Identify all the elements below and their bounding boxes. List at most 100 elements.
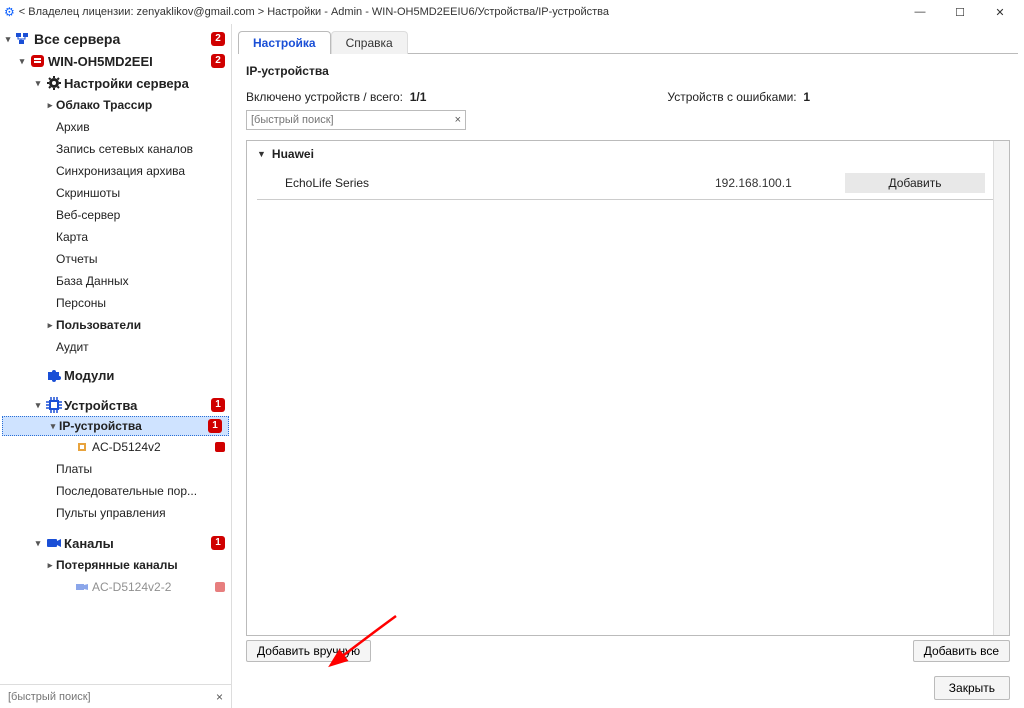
nav-ip-devices[interactable]: ▾ IP-устройства 1 <box>2 416 229 436</box>
nav-label: Карта <box>56 230 225 244</box>
device-group[interactable]: ▼ Huawei <box>247 141 1009 167</box>
nav-label: Последовательные пор... <box>56 484 225 498</box>
nav-label: Модули <box>64 368 225 383</box>
nav-boards[interactable]: ▸Платы <box>0 458 231 480</box>
chip-icon <box>44 397 64 413</box>
sidebar-search[interactable]: × <box>0 684 231 708</box>
enabled-label: Включено устройств / всего: <box>246 90 403 104</box>
nav-record[interactable]: ▸Запись сетевых каналов <box>0 138 231 160</box>
panel-search-input[interactable] <box>247 112 451 128</box>
nav-label: Запись сетевых каналов <box>56 142 225 156</box>
panel-quick-search[interactable]: × <box>246 110 466 130</box>
tab-bar: Настройка Справка <box>238 30 1018 54</box>
nav-label: Пульты управления <box>56 506 225 520</box>
errors-value: 1 <box>803 90 810 104</box>
nav-label: IP-устройства <box>59 419 204 433</box>
panel: IP-устройства Включено устройств / всего… <box>232 54 1024 668</box>
close-button[interactable]: ✕ <box>980 0 1020 24</box>
chevron-down-icon: ▾ <box>32 400 44 411</box>
tab-help[interactable]: Справка <box>331 31 408 54</box>
nav-persons[interactable]: ▸Персоны <box>0 292 231 314</box>
gear-icon <box>44 75 64 91</box>
nav-audit[interactable]: ▸Аудит <box>0 336 231 358</box>
nav-devices[interactable]: ▾ Устройства 1 <box>0 394 231 416</box>
camera-icon <box>72 582 92 592</box>
nav-all-servers[interactable]: ▾ Все сервера 2 <box>0 28 231 50</box>
nav-archive[interactable]: ▸Архив <box>0 116 231 138</box>
nav-channels[interactable]: ▾ Каналы 1 <box>0 532 231 554</box>
nav-label: Платы <box>56 462 225 476</box>
chevron-right-icon: ▸ <box>44 100 56 111</box>
nav-label: Архив <box>56 120 225 134</box>
device-ip: 192.168.100.1 <box>715 176 845 190</box>
nav-remotes[interactable]: ▸Пульты управления <box>0 502 231 524</box>
chip-icon <box>72 441 92 453</box>
nav-tree[interactable]: ▾ Все сервера 2 ▾ WIN-OH5MD2EEI 2 ▾ <box>0 28 231 684</box>
chevron-down-icon: ▾ <box>2 34 14 45</box>
caret-down-icon: ▼ <box>257 149 266 159</box>
nav-sync[interactable]: ▸Синхронизация архива <box>0 160 231 182</box>
action-bar: Добавить вручную Добавить все <box>246 636 1010 662</box>
nav-modules[interactable]: ▸ Модули <box>0 364 231 386</box>
count-badge: 1 <box>211 536 225 550</box>
add-all-button[interactable]: Добавить все <box>913 640 1010 662</box>
nav-label: Пользователи <box>56 318 225 332</box>
nav-label: Устройства <box>64 398 207 413</box>
status-dot <box>215 582 225 592</box>
chevron-down-icon: ▾ <box>32 78 44 89</box>
window-title: < Владелец лицензии: zenyaklikov@gmail.c… <box>19 6 900 18</box>
nav-label: AC-D5124v2-2 <box>92 580 211 594</box>
nav-lost-channel-item[interactable]: ▸ AC-D5124v2-2 <box>0 576 231 598</box>
nav-lost-channels[interactable]: ▸Потерянные каналы <box>0 554 231 576</box>
nav-label: AC-D5124v2 <box>92 440 211 454</box>
errors-label: Устройств с ошибками: <box>667 90 796 104</box>
nav-serial[interactable]: ▸Последовательные пор... <box>0 480 231 502</box>
gear-icon: ⚙ <box>4 5 15 19</box>
add-manual-button[interactable]: Добавить вручную <box>246 640 371 662</box>
nav-label: Персоны <box>56 296 225 310</box>
nav-users[interactable]: ▸Пользователи <box>0 314 231 336</box>
maximize-button[interactable]: ☐ <box>940 0 980 24</box>
sidebar-search-input[interactable] <box>4 689 212 705</box>
nav-ip-device-item[interactable]: ▸ AC-D5124v2 <box>0 436 231 458</box>
nav-label: Скриншоты <box>56 186 225 200</box>
nav-server[interactable]: ▾ WIN-OH5MD2EEI 2 <box>0 50 231 72</box>
nav-label: Все сервера <box>34 31 207 47</box>
clear-icon[interactable]: × <box>212 690 227 704</box>
panel-stats: Включено устройств / всего: 1/1 Устройст… <box>246 90 1010 104</box>
nav-label: Аудит <box>56 340 225 354</box>
device-list[interactable]: ▼ Huawei EchoLife Series 192.168.100.1 Д… <box>246 140 1010 636</box>
nav-label: База Данных <box>56 274 225 288</box>
close-button-footer[interactable]: Закрыть <box>934 676 1010 700</box>
nav-label: Каналы <box>64 536 207 551</box>
nav-web[interactable]: ▸Веб-сервер <box>0 204 231 226</box>
nav-label: Веб-сервер <box>56 208 225 222</box>
count-badge: 2 <box>211 54 225 68</box>
nav-label: Потерянные каналы <box>56 558 225 572</box>
nav-cloud[interactable]: ▸Облако Трассир <box>0 94 231 116</box>
nav-screenshots[interactable]: ▸Скриншоты <box>0 182 231 204</box>
title-bar: ⚙ < Владелец лицензии: zenyaklikov@gmail… <box>0 0 1024 24</box>
device-add-button[interactable]: Добавить <box>845 173 985 193</box>
nav-server-settings[interactable]: ▾ Настройки сервера <box>0 72 231 94</box>
chevron-down-icon: ▾ <box>16 56 28 67</box>
chevron-right-icon: ▸ <box>44 560 56 571</box>
minimize-button[interactable]: — <box>900 0 940 24</box>
device-name: EchoLife Series <box>285 176 715 190</box>
tab-setup[interactable]: Настройка <box>238 31 331 54</box>
main-area: ▾ Все сервера 2 ▾ WIN-OH5MD2EEI 2 ▾ <box>0 24 1024 708</box>
nav-db[interactable]: ▸База Данных <box>0 270 231 292</box>
content-area: Настройка Справка IP-устройства Включено… <box>232 24 1024 708</box>
camera-icon <box>44 536 64 550</box>
nav-reports[interactable]: ▸Отчеты <box>0 248 231 270</box>
enabled-value: 1/1 <box>410 90 427 104</box>
servers-icon <box>14 31 34 47</box>
chevron-right-icon: ▸ <box>44 320 56 331</box>
puzzle-icon <box>44 367 64 383</box>
nav-map[interactable]: ▸Карта <box>0 226 231 248</box>
count-badge: 1 <box>208 419 222 433</box>
nav-label: Синхронизация архива <box>56 164 225 178</box>
device-row[interactable]: EchoLife Series 192.168.100.1 Добавить <box>257 167 995 200</box>
scrollbar[interactable] <box>993 141 1009 635</box>
clear-icon[interactable]: × <box>451 114 465 126</box>
